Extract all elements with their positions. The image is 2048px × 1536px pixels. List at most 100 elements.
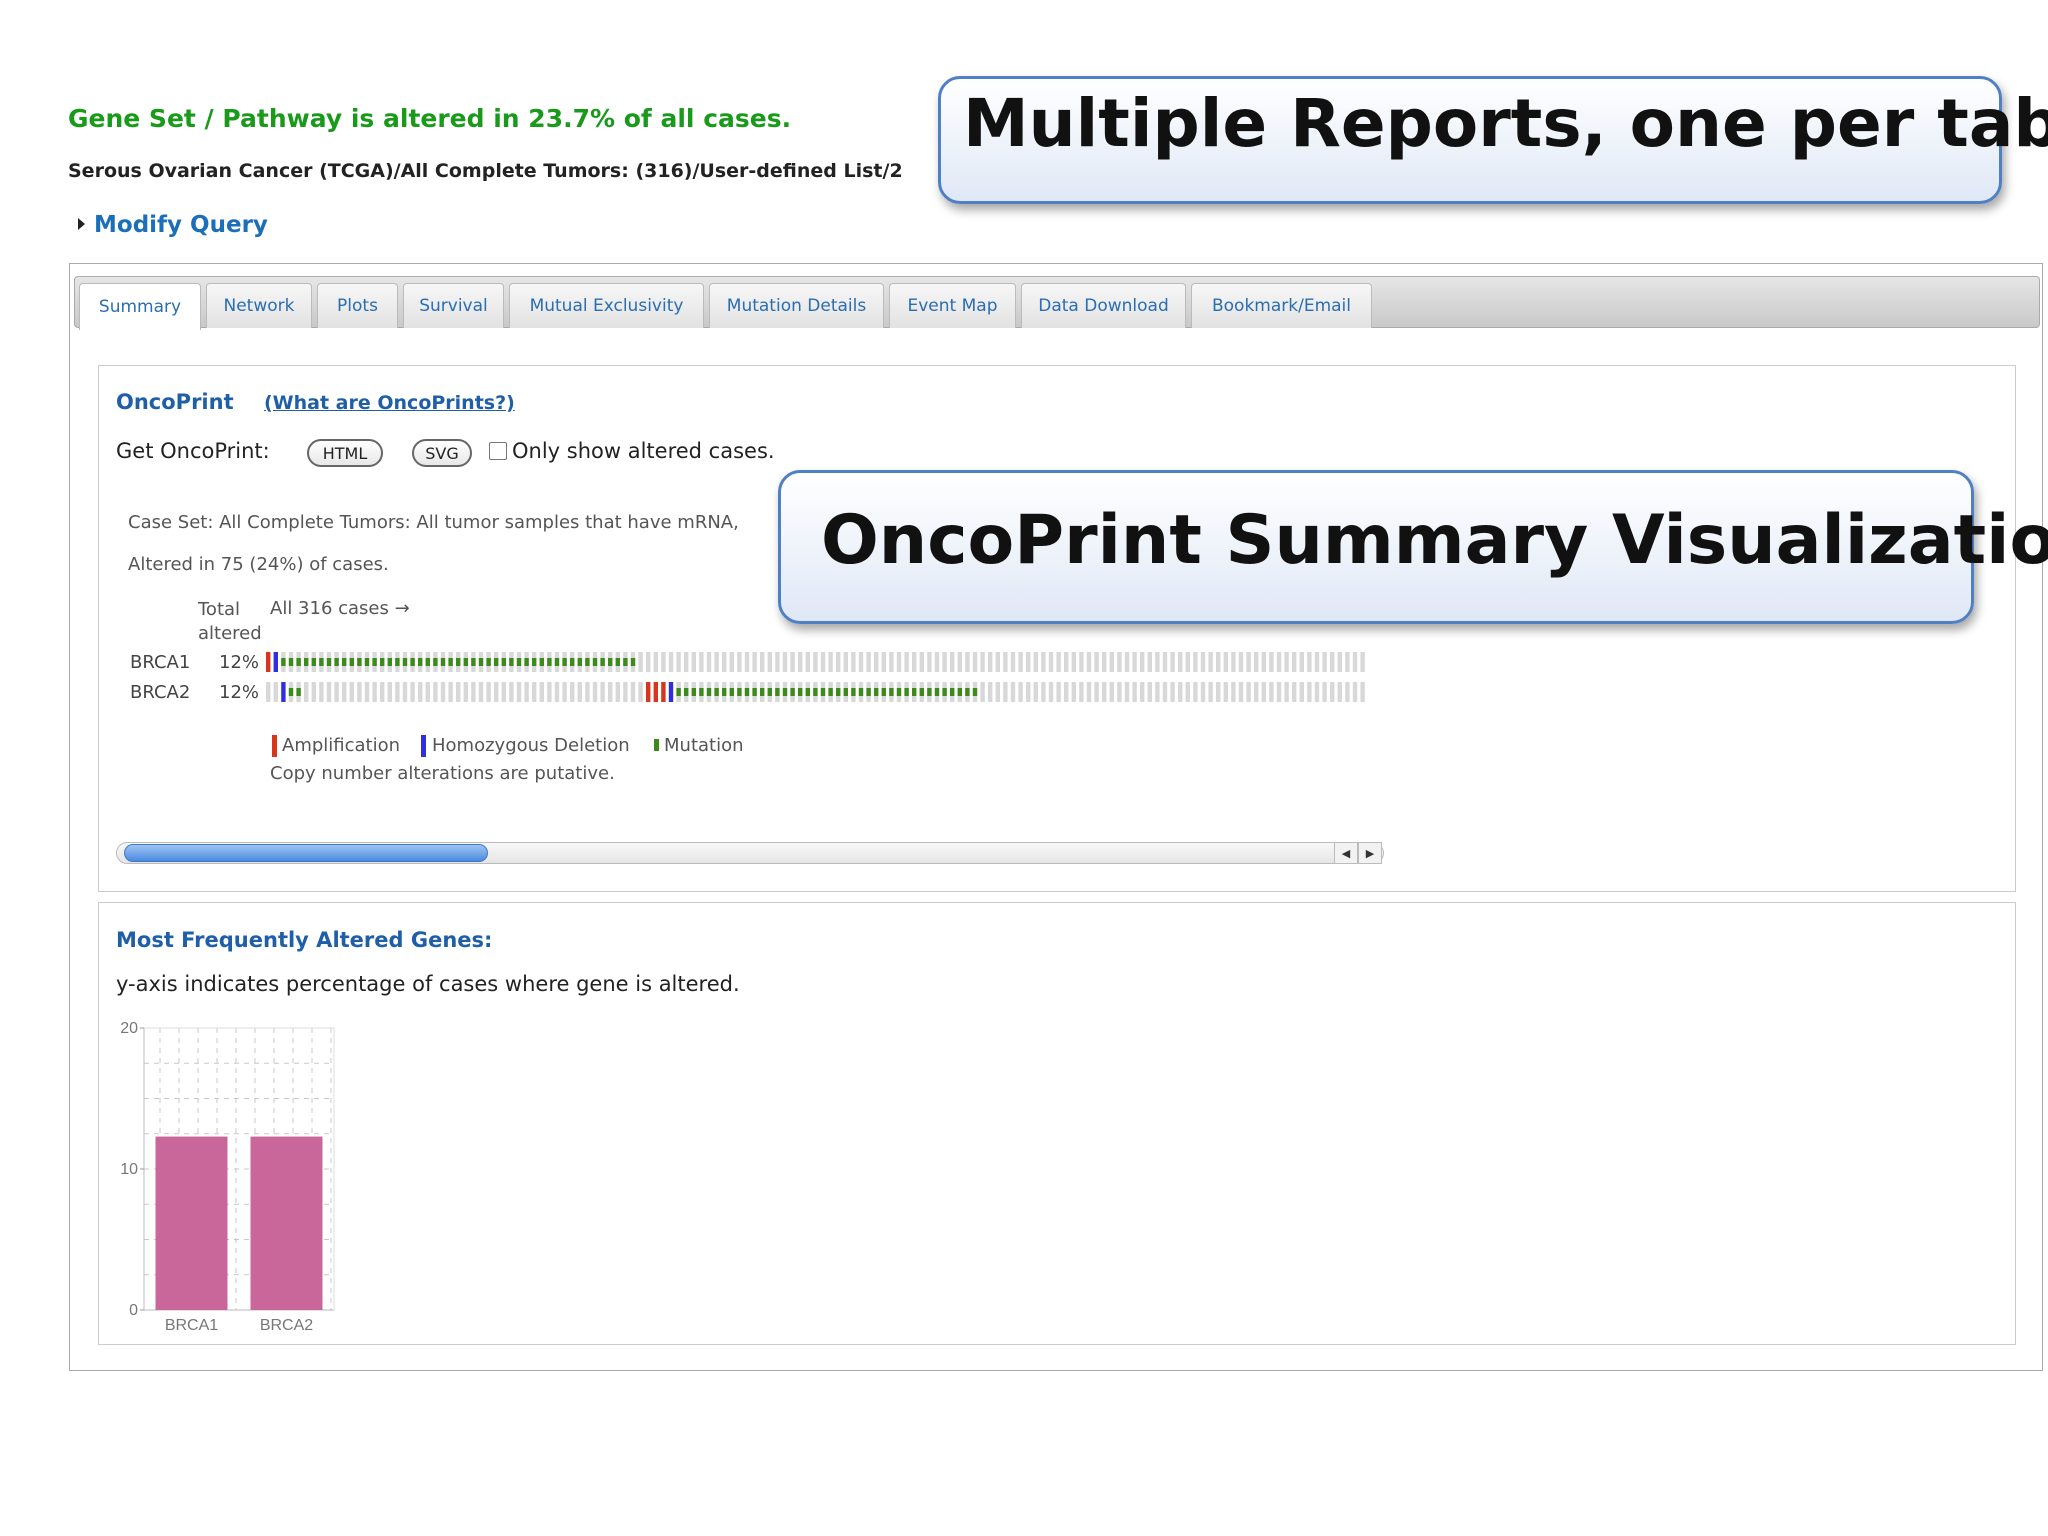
x-tick-label-brca1: BRCA1	[165, 1317, 218, 1334]
oncoprint-cell-brca2	[311, 682, 316, 702]
oncoprint-cell-brca2	[1284, 682, 1289, 702]
oncoprint-cell-brca2	[1307, 682, 1312, 702]
oncoprint-cell-brca2	[1041, 682, 1046, 702]
oncoprint-cell-brca1-mutation	[364, 658, 370, 666]
oncoprint-cell-brca2-mutation	[752, 688, 757, 696]
oncoprint-cell-brca1	[858, 652, 864, 672]
oncoprint-cell-brca1-mutation	[562, 658, 567, 666]
oncoprint-cell-brca1	[934, 652, 940, 672]
scrollbar-thumb[interactable]	[124, 844, 488, 862]
oncoprint-cell-brca1-mutation	[630, 658, 636, 666]
tab-mutation-details[interactable]: Mutation Details	[709, 283, 884, 328]
oncoprint-cell-brca1	[889, 652, 894, 672]
tab-data-download[interactable]: Data Download	[1021, 283, 1186, 328]
oncoprint-cell-brca1	[767, 652, 772, 672]
oncoprint-cell-brca1	[1010, 652, 1016, 672]
oncoprint-cell-brca2	[988, 682, 993, 702]
only-altered-checkbox[interactable]	[489, 442, 507, 460]
bar-brca2[interactable]	[250, 1136, 323, 1310]
oncoprint-cell-brca1	[1155, 652, 1160, 672]
scroll-right-arrow-icon[interactable]: ▶	[1358, 842, 1382, 864]
oncoprint-cell-brca2	[1124, 682, 1130, 702]
tab-network[interactable]: Network	[206, 283, 312, 328]
oncoprint-cell-brca2	[395, 682, 400, 702]
oncoprint-cell-brca2	[1033, 682, 1038, 702]
get-html-button[interactable]: HTML	[307, 439, 383, 467]
oncoprint-cell-brca2	[570, 682, 575, 702]
oncoprint-cell-brca1	[668, 652, 674, 672]
oncoprint-cell-brca2-mutation	[737, 688, 742, 696]
oncoprint-panel	[98, 365, 2016, 892]
bar-brca1[interactable]	[155, 1136, 228, 1310]
tab-survival[interactable]: Survival	[403, 283, 504, 328]
oncoprint-cell-brca2	[1276, 682, 1282, 702]
frequency-bar-chart: 0 10 20 BRCA1 BRCA2	[120, 1020, 335, 1334]
expand-triangle-icon	[78, 218, 85, 230]
tab-summary[interactable]: Summary	[79, 283, 201, 330]
oncoprint-cell-brca1	[1033, 652, 1038, 672]
oncoprint-cell-brca2-mutation	[934, 688, 940, 696]
oncoprint-cell-brca1	[927, 652, 932, 672]
oncoprint-cell-brca1	[1261, 652, 1266, 672]
oncoprint-cell-brca2	[980, 682, 985, 702]
oncoprint-cell-brca1	[699, 652, 704, 672]
oncoprint-cell-brca2	[357, 682, 362, 702]
oncoprint-cell-brca1	[798, 652, 803, 672]
oncoprint-cell-brca2	[1117, 682, 1122, 702]
oncoprint-cell-brca2-mutation	[714, 688, 719, 696]
oncoprint-cell-brca1	[653, 652, 658, 672]
oncoprint-cell-brca2	[425, 682, 430, 702]
tab-event-map[interactable]: Event Map	[889, 283, 1016, 328]
y-tick-label: 10	[120, 1161, 138, 1178]
oncoprint-cell-brca1-mutation	[304, 658, 309, 666]
get-oncoprint-label: Get OncoPrint:	[116, 439, 270, 463]
oncoprint-cell-brca2-mutation	[950, 688, 955, 696]
tab-bookmark-email[interactable]: Bookmark/Email	[1191, 283, 1372, 328]
oncoprint-cell-brca1	[729, 652, 734, 672]
oncoprint-cell-brca1-mutation	[448, 658, 453, 666]
oncoprint-cell-brca1	[661, 652, 666, 672]
tab-mutual-exclusivity[interactable]: Mutual Exclusivity	[509, 283, 704, 328]
oncoprint-cell-brca1-mutation	[539, 658, 544, 666]
oncoprint-cell-brca2-mutation	[866, 688, 871, 696]
oncoprint-cell-brca2	[646, 682, 651, 702]
oncoprint-cell-brca2	[387, 682, 392, 702]
oncoprint-cell-brca2-mutation	[836, 688, 841, 696]
gene-label-brca1: BRCA1	[130, 652, 191, 673]
oncoprint-matrix[interactable]	[266, 648, 1390, 706]
oncoprint-cell-brca1-mutation	[547, 658, 552, 666]
oncoprint-cell-brca2	[1018, 682, 1023, 702]
oncoprint-cell-brca1	[646, 652, 651, 672]
oncoprint-cell-brca1	[1048, 652, 1054, 672]
get-svg-button[interactable]: SVG	[412, 439, 472, 467]
what-are-oncoprints-link[interactable]: (What are OncoPrints?)	[264, 392, 515, 414]
oncoprint-cell-brca1	[813, 652, 818, 672]
tab-plots[interactable]: Plots	[317, 283, 398, 328]
oncoprint-cell-brca2	[509, 682, 514, 702]
oncoprint-cell-brca2	[456, 682, 461, 702]
oncoprint-cell-brca1	[836, 652, 841, 672]
oncoprint-cell-brca1-mutation	[380, 658, 385, 666]
oncoprint-cell-brca1-mutation	[418, 658, 423, 666]
oncoprint-cell-brca1	[1117, 652, 1122, 672]
oncoprint-cell-brca1-mutation	[478, 658, 484, 666]
oncoprint-cell-brca1	[1276, 652, 1282, 672]
oncoprint-cell-brca1	[1018, 652, 1023, 672]
y-tick-label: 0	[129, 1302, 138, 1319]
oncoprint-title: OncoPrint	[116, 390, 234, 414]
oncoprint-cell-brca1-mutation	[288, 658, 294, 666]
oncoprint-cell-brca1-mutation	[509, 658, 514, 666]
oncoprint-cell-brca2	[661, 682, 666, 702]
oncoprint-cell-brca2	[1292, 682, 1297, 702]
oncoprint-cell-brca2	[1299, 682, 1304, 702]
oncoprint-cell-brca1-mutation	[456, 658, 461, 666]
oncoprint-cell-brca1	[1147, 652, 1152, 672]
oncoprint-cell-brca2	[478, 682, 484, 702]
scroll-left-arrow-icon[interactable]: ◀	[1334, 842, 1358, 864]
oncoprint-cell-brca2	[1010, 682, 1016, 702]
oncoprint-cell-brca2	[380, 682, 385, 702]
oncoprint-cell-brca1-mutation	[319, 658, 324, 666]
oncoprint-cell-brca2-mutation	[775, 688, 780, 696]
oncoprint-cell-brca2-mutation	[699, 688, 704, 696]
oncoprint-cell-brca1	[1345, 652, 1350, 672]
